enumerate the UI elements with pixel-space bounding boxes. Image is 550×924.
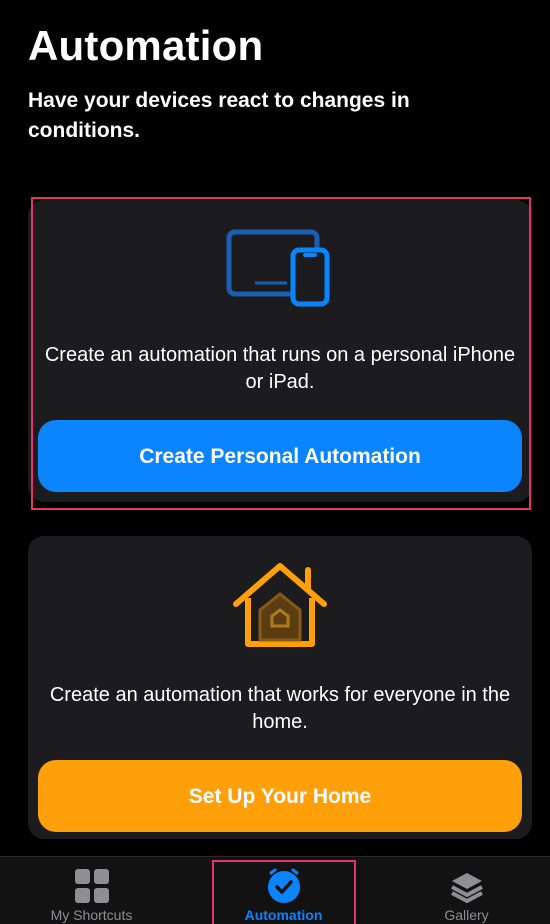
grid-icon: [74, 869, 109, 903]
home-automation-card: Create an automation that works for ever…: [28, 536, 532, 839]
set-up-home-button[interactable]: Set Up Your Home: [38, 760, 522, 832]
home-card-description: Create an automation that works for ever…: [49, 684, 511, 733]
tab-label: Gallery: [444, 907, 489, 923]
tab-my-shortcuts[interactable]: My Shortcuts: [0, 857, 183, 924]
tab-label: Automation: [244, 907, 323, 923]
clock-check-icon: [267, 868, 300, 903]
tab-bar: My Shortcuts Automation Gallery: [0, 856, 550, 924]
home-icon: [233, 563, 327, 647]
page-title: Automation: [28, 22, 264, 69]
tab-gallery[interactable]: Gallery: [375, 857, 550, 924]
personal-automation-card: Create an automation that runs on a pers…: [28, 200, 532, 502]
tab-label: My Shortcuts: [50, 907, 133, 923]
devices-icon: [226, 229, 330, 307]
create-personal-automation-button[interactable]: Create Personal Automation: [38, 420, 522, 492]
page-subtitle: Have your devices react to changes in co…: [28, 89, 410, 142]
personal-card-description: Create an automation that runs on a pers…: [44, 344, 516, 393]
automation-screen: Automation Have your devices react to ch…: [0, 0, 550, 924]
layers-icon: [450, 873, 483, 903]
tab-automation[interactable]: Automation: [192, 857, 375, 924]
